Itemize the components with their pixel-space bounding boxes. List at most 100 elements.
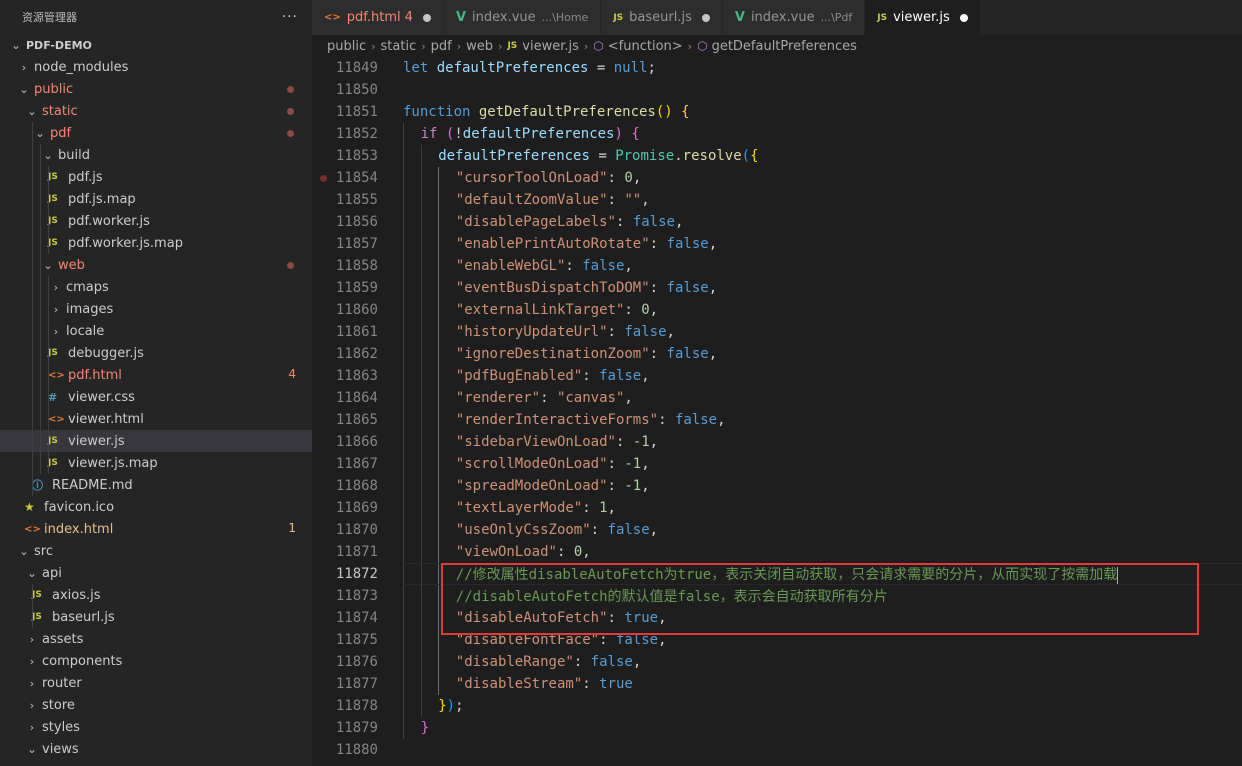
line-content[interactable]: if (!defaultPreferences) { — [403, 123, 1242, 145]
code-line[interactable]: 11879} — [312, 717, 1242, 739]
tab-index-vue[interactable]: Vindex.vue ...\Pdf — [722, 0, 866, 35]
tree-folder[interactable]: ⌄ static — [0, 100, 312, 122]
breadcrumb-symbol[interactable]: getDefaultPreferences — [712, 39, 857, 54]
more-actions-icon[interactable]: ··· — [282, 9, 298, 25]
line-content[interactable]: "externalLinkTarget": 0, — [403, 299, 1242, 321]
line-content[interactable]: defaultPreferences = Promise.resolve({ — [403, 145, 1242, 167]
tree-file[interactable]: <> viewer.html — [0, 408, 312, 430]
code-line[interactable]: 11851 function getDefaultPreferences() { — [312, 101, 1242, 123]
unsaved-dot-icon[interactable] — [701, 13, 710, 22]
code-line[interactable]: 11873 //disableAutoFetch的默认值是false，表示会自动获… — [312, 585, 1242, 607]
code-line[interactable]: 11876 "disableRange": false, — [312, 651, 1242, 673]
code-line[interactable]: 11856 "disablePageLabels": false, — [312, 211, 1242, 233]
line-content[interactable]: "spreadModeOnLoad": -1, — [403, 475, 1242, 497]
line-content[interactable]: "eventBusDispatchToDOM": false, — [403, 277, 1242, 299]
code-line[interactable]: 11850 — [312, 79, 1242, 101]
tab-index-vue[interactable]: Vindex.vue ...\Home — [443, 0, 602, 35]
tree-folder[interactable]: ⌄ PDF-DEMO — [0, 34, 312, 56]
tree-folder[interactable]: ⌄ pdf — [0, 122, 312, 144]
line-content[interactable] — [403, 739, 1242, 761]
line-content[interactable]: //disableAutoFetch的默认值是false，表示会自动获取所有分片 — [403, 585, 1242, 607]
code-line[interactable]: 11874 "disableAutoFetch": true, — [312, 607, 1242, 629]
line-content[interactable]: let defaultPreferences = null; — [403, 57, 1242, 79]
code-line[interactable]: 11864 "renderer": "canvas", — [312, 387, 1242, 409]
code-line[interactable]: 11880 — [312, 739, 1242, 761]
code-line[interactable]: 11852 if (!defaultPreferences) { — [312, 123, 1242, 145]
line-content[interactable]: //修改属性disableAutoFetch为true，表示关闭自动获取，只会请… — [403, 563, 1242, 585]
tree-file[interactable]: JS pdf.worker.js — [0, 210, 312, 232]
tree-folder[interactable]: ⌄ public — [0, 78, 312, 100]
code-line[interactable]: 11862 "ignoreDestinationZoom": false, — [312, 343, 1242, 365]
line-content[interactable]: "scrollModeOnLoad": -1, — [403, 453, 1242, 475]
tree-file[interactable]: JS viewer.js.map — [0, 452, 312, 474]
line-content[interactable]: "defaultZoomValue": "", — [403, 189, 1242, 211]
line-content[interactable]: "disableStream": true — [403, 673, 1242, 695]
line-content[interactable]: "cursorToolOnLoad": 0, — [403, 167, 1242, 189]
line-content[interactable]: "disableRange": false, — [403, 651, 1242, 673]
tree-folder[interactable]: › images — [0, 298, 312, 320]
line-content[interactable]: "sidebarViewOnLoad": -1, — [403, 431, 1242, 453]
tree-folder[interactable]: › locale — [0, 320, 312, 342]
tree-folder[interactable]: ⌄ api — [0, 562, 312, 584]
tree-file[interactable]: JS pdf.js.map — [0, 188, 312, 210]
tree-folder[interactable]: › store — [0, 694, 312, 716]
line-content[interactable]: "enablePrintAutoRotate": false, — [403, 233, 1242, 255]
line-content[interactable]: "disableAutoFetch": true, — [403, 607, 1242, 629]
tree-folder[interactable]: ⌄ build — [0, 144, 312, 166]
code-line[interactable]: 11870 "useOnlyCssZoom": false, — [312, 519, 1242, 541]
code-line[interactable]: 11859 "eventBusDispatchToDOM": false, — [312, 277, 1242, 299]
breadcrumb-pdf[interactable]: pdf — [431, 39, 452, 54]
line-content[interactable]: "renderer": "canvas", — [403, 387, 1242, 409]
line-content[interactable]: "enableWebGL": false, — [403, 255, 1242, 277]
breadcrumb-web[interactable]: web — [466, 39, 493, 54]
code-line[interactable]: 11861 "historyUpdateUrl": false, — [312, 321, 1242, 343]
code-line[interactable]: 11865 "renderInteractiveForms": false, — [312, 409, 1242, 431]
code-line[interactable]: 11858 "enableWebGL": false, — [312, 255, 1242, 277]
code-line[interactable]: 11860 "externalLinkTarget": 0, — [312, 299, 1242, 321]
code-line[interactable]: 11868 "spreadModeOnLoad": -1, — [312, 475, 1242, 497]
line-content[interactable]: "historyUpdateUrl": false, — [403, 321, 1242, 343]
line-content[interactable]: "disableFontFace": false, — [403, 629, 1242, 651]
code-line[interactable]: 11863 "pdfBugEnabled": false, — [312, 365, 1242, 387]
tab-baseurl-js[interactable]: JS baseurl.js — [601, 0, 723, 35]
line-content[interactable]: "useOnlyCssZoom": false, — [403, 519, 1242, 541]
line-content[interactable]: "disablePageLabels": false, — [403, 211, 1242, 233]
code-line[interactable]: 11872 //修改属性disableAutoFetch为true，表示关闭自动获… — [312, 563, 1242, 585]
code-line[interactable]: 11875 "disableFontFace": false, — [312, 629, 1242, 651]
tree-folder[interactable]: › cmaps — [0, 276, 312, 298]
breakpoint-icon[interactable] — [320, 175, 327, 182]
code-line[interactable]: 11877 "disableStream": true — [312, 673, 1242, 695]
tree-file[interactable]: JS axios.js — [0, 584, 312, 606]
tree-file[interactable]: <> index.html 1 — [0, 518, 312, 540]
code-line[interactable]: 11857 "enablePrintAutoRotate": false, — [312, 233, 1242, 255]
tree-file[interactable]: ★ favicon.ico — [0, 496, 312, 518]
tree-folder[interactable]: › components — [0, 650, 312, 672]
tree-file[interactable]: JS pdf.js — [0, 166, 312, 188]
code-line[interactable]: 11854 "cursorToolOnLoad": 0, — [312, 167, 1242, 189]
tab-pdf-html[interactable]: <> pdf.html 4 — [312, 0, 444, 35]
breadcrumb-public[interactable]: public — [327, 39, 366, 54]
line-content[interactable]: } — [403, 717, 1242, 739]
code-line[interactable]: 11866 "sidebarViewOnLoad": -1, — [312, 431, 1242, 453]
breadcrumb-scope[interactable]: <function> — [608, 39, 683, 54]
code-line[interactable]: 11878}); — [312, 695, 1242, 717]
tree-folder[interactable]: ⌄ web — [0, 254, 312, 276]
tab-viewer-js[interactable]: JS viewer.js — [865, 0, 981, 35]
tree-file[interactable]: JS debugger.js — [0, 342, 312, 364]
tree-folder[interactable]: ⌄ src — [0, 540, 312, 562]
code-editor[interactable]: 11849 let defaultPreferences = null; 11850… — [312, 57, 1242, 766]
line-content[interactable]: "textLayerMode": 1, — [403, 497, 1242, 519]
unsaved-dot-icon[interactable] — [959, 13, 968, 22]
code-line[interactable]: 11871 "viewOnLoad": 0, — [312, 541, 1242, 563]
code-line[interactable]: 11867 "scrollModeOnLoad": -1, — [312, 453, 1242, 475]
line-content[interactable] — [403, 79, 1242, 101]
tree-file[interactable]: JS baseurl.js — [0, 606, 312, 628]
line-content[interactable]: "pdfBugEnabled": false, — [403, 365, 1242, 387]
code-line[interactable]: 11853 defaultPreferences = Promise.resolv… — [312, 145, 1242, 167]
breadcrumb-static[interactable]: static — [381, 39, 417, 54]
line-content[interactable]: "viewOnLoad": 0, — [403, 541, 1242, 563]
code-line[interactable]: 11869 "textLayerMode": 1, — [312, 497, 1242, 519]
code-line[interactable]: 11849 let defaultPreferences = null; — [312, 57, 1242, 79]
tree-folder[interactable]: › router — [0, 672, 312, 694]
tree-file[interactable]: # viewer.css — [0, 386, 312, 408]
